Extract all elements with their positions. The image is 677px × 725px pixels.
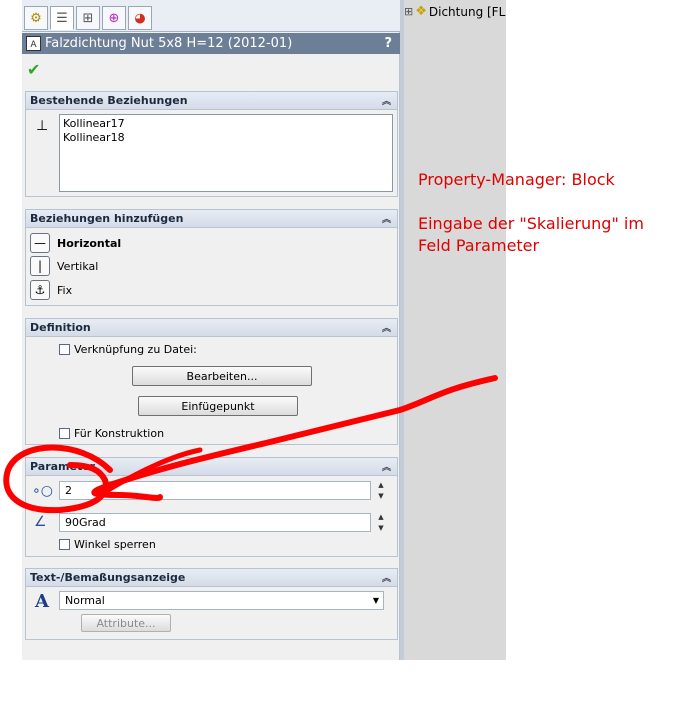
- for-construction-label: Für Konstruktion: [74, 427, 165, 440]
- lock-angle-checkbox[interactable]: [59, 539, 70, 550]
- property-manager-panel: ⚙ ☰ ⊞ ⊕ ◕ A Falzdichtung Nut 5x8 H=12 (2…: [22, 0, 400, 660]
- parameter-header[interactable]: Parameter ︽: [26, 458, 397, 476]
- fix-relation-label[interactable]: Fix: [57, 284, 72, 297]
- font-icon: A: [35, 591, 49, 612]
- edit-button[interactable]: Bearbeiten...: [132, 366, 312, 386]
- graphics-area[interactable]: [404, 0, 506, 660]
- angle-icon: ∠: [34, 514, 47, 530]
- property-manager-tab[interactable]: ☰: [50, 6, 74, 30]
- definition-group: Definition ︽ Verknüpfung zu Datei: Bearb…: [25, 318, 398, 445]
- add-relations-group: Beziehungen hinzufügen ︽ — Horizontal | …: [25, 209, 398, 306]
- text-dimension-group: Text-/Bemaßungsanzeige ︽ A Normal ▼ Attr…: [25, 568, 398, 640]
- annotation-line-2: Eingabe der "Skalierung" im: [418, 214, 644, 233]
- feature-tree-node[interactable]: ⊞ ❖ Dichtung [FL: [404, 4, 505, 19]
- display-manager-tab[interactable]: ◕: [128, 6, 152, 30]
- vertical-relation-label[interactable]: Vertikal: [57, 260, 98, 273]
- scale-spinner[interactable]: ▲ ▼: [375, 481, 387, 500]
- part-icon: ❖: [415, 4, 427, 19]
- font-style-select[interactable]: Normal ▼: [59, 591, 384, 610]
- configuration-manager-icon: ⊞: [82, 10, 94, 26]
- expand-icon[interactable]: ⊞: [404, 5, 413, 18]
- attributes-button[interactable]: Attribute...: [81, 614, 171, 632]
- angle-input[interactable]: 90Grad: [59, 513, 371, 532]
- add-relations-title: Beziehungen hinzufügen: [30, 212, 184, 225]
- ok-checkmark-button[interactable]: ✔: [27, 60, 40, 79]
- manager-tab-bar: ⚙ ☰ ⊞ ⊕ ◕: [22, 0, 400, 32]
- text-dimension-title: Text-/Bemaßungsanzeige: [30, 571, 186, 584]
- existing-relations-list[interactable]: Kollinear17 Kollinear18: [59, 114, 393, 192]
- dimxpert-icon: ⊕: [108, 10, 120, 26]
- dimxpert-manager-tab[interactable]: ⊕: [102, 6, 126, 30]
- collapse-chevron-icon[interactable]: ︽: [382, 571, 391, 584]
- feature-manager-icon: ⚙: [30, 10, 42, 26]
- configuration-manager-tab[interactable]: ⊞: [76, 6, 100, 30]
- angle-spinner[interactable]: ▲ ▼: [375, 513, 387, 532]
- relation-symbol-icon: ⊥: [36, 118, 49, 134]
- list-item[interactable]: Kollinear18: [60, 130, 392, 144]
- fix-relation-icon[interactable]: ⚓: [30, 280, 50, 300]
- collapse-chevron-icon[interactable]: ︽: [382, 212, 391, 225]
- collapse-chevron-icon[interactable]: ︽: [382, 94, 391, 107]
- tree-node-label: Dichtung [FL: [428, 4, 506, 19]
- collapse-chevron-icon[interactable]: ︽: [382, 321, 391, 334]
- lock-angle-label: Winkel sperren: [74, 538, 156, 551]
- property-manager-title-bar: A Falzdichtung Nut 5x8 H=12 (2012-01) ?: [22, 33, 400, 54]
- insertion-point-button[interactable]: Einfügepunkt: [138, 396, 298, 416]
- vertical-relation-icon[interactable]: |: [30, 256, 50, 276]
- horizontal-relation-label[interactable]: Horizontal: [57, 237, 121, 250]
- existing-relations-group: Bestehende Beziehungen ︽ ⊥ Kollinear17 K…: [25, 91, 398, 197]
- existing-relations-title: Bestehende Beziehungen: [30, 94, 188, 107]
- help-button[interactable]: ?: [384, 36, 392, 51]
- block-icon: A: [26, 36, 41, 51]
- horizontal-relation-icon[interactable]: —: [30, 233, 50, 253]
- parameter-title: Parameter: [30, 460, 96, 473]
- add-relations-header[interactable]: Beziehungen hinzufügen ︽: [26, 210, 397, 228]
- parameter-group: Parameter ︽ ∘○ 2 ▲ ▼ ∠ 90Grad ▲ ▼ Winkel s…: [25, 457, 398, 557]
- annotation-line-1: Property-Manager: Block: [418, 170, 615, 189]
- display-manager-icon: ◕: [134, 10, 146, 26]
- link-to-file-checkbox[interactable]: [59, 344, 70, 355]
- text-dimension-header[interactable]: Text-/Bemaßungsanzeige ︽: [26, 569, 397, 587]
- scale-input[interactable]: 2: [59, 481, 371, 500]
- existing-relations-header[interactable]: Bestehende Beziehungen ︽: [26, 92, 397, 110]
- feature-manager-tab[interactable]: ⚙: [24, 6, 48, 30]
- scale-icon: ∘○: [32, 483, 53, 499]
- definition-header[interactable]: Definition ︽: [26, 319, 397, 337]
- collapse-chevron-icon[interactable]: ︽: [382, 460, 391, 473]
- dropdown-arrow-icon: ▼: [372, 596, 379, 605]
- link-to-file-label: Verknüpfung zu Datei:: [74, 343, 197, 356]
- page-title: Falzdichtung Nut 5x8 H=12 (2012-01): [45, 36, 293, 51]
- for-construction-checkbox[interactable]: [59, 428, 70, 439]
- font-style-value: Normal: [65, 594, 105, 607]
- definition-title: Definition: [30, 321, 91, 334]
- annotation-line-3: Feld Parameter: [418, 236, 540, 255]
- property-manager-icon: ☰: [56, 10, 68, 26]
- list-item[interactable]: Kollinear17: [60, 115, 392, 130]
- panel-splitter[interactable]: [400, 0, 404, 660]
